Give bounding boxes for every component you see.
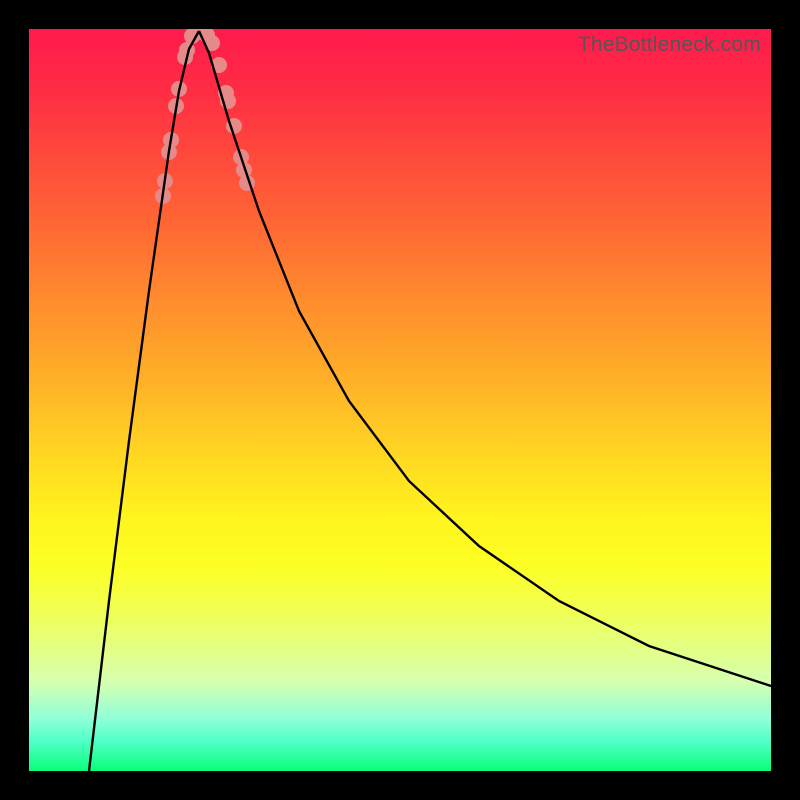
left-curve [89,31,199,771]
right-curve [199,31,771,686]
chart-frame: TheBottleneck.com [0,0,800,800]
marker-group [155,29,255,204]
plot-area: TheBottleneck.com [29,29,771,771]
curves-svg [29,29,771,771]
